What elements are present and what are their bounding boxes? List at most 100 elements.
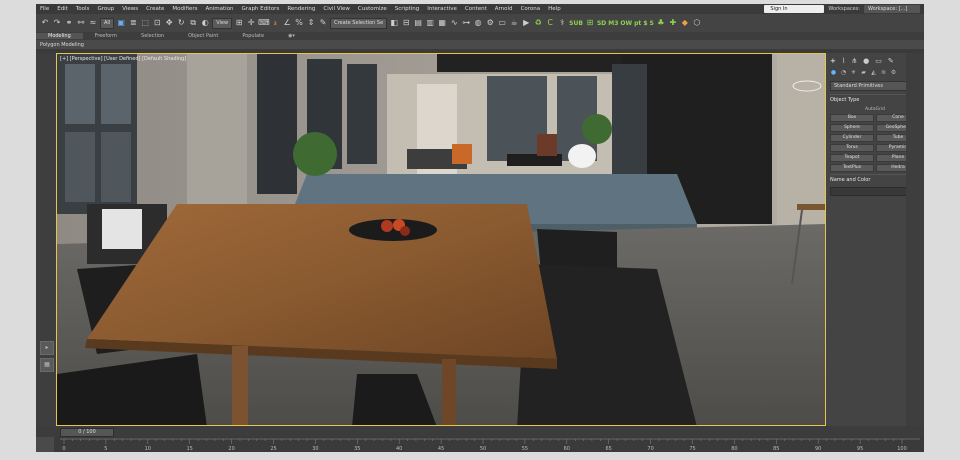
link-icon[interactable]: ⚭ [64,18,74,28]
helpers-icon[interactable]: ◭ [870,69,877,76]
plugin-label-dollar[interactable]: $ [643,20,647,27]
rotate-icon[interactable]: ↻ [176,18,186,28]
select-by-name-icon[interactable]: ≣ [128,18,138,28]
tab-populate[interactable]: Populate [230,33,276,39]
display-tab-icon[interactable]: ▭ [875,57,882,65]
frame-slider-thumb[interactable]: 0 / 100 [60,428,114,437]
box-button[interactable]: Box [830,114,874,122]
toggle-scene-explorer-icon[interactable]: ▤ [413,18,423,28]
percent-snap-icon[interactable]: % [294,18,304,28]
render-iterative-icon[interactable]: ▶ [521,18,531,28]
menu-edit[interactable]: Edit [53,6,72,12]
menu-corona[interactable]: Corona [517,6,545,12]
pivot-center-icon[interactable]: ⊞ [234,18,244,28]
select-manipulate-icon[interactable]: ✛ [246,18,256,28]
toggle-layer-explorer-icon[interactable]: ▥ [425,18,435,28]
placement-icon[interactable]: ◐ [200,18,210,28]
undo-icon[interactable]: ↶ [40,18,50,28]
menu-graph-editors[interactable]: Graph Editors [238,6,284,12]
material-editor-icon[interactable]: ◍ [473,18,483,28]
tab-object-paint[interactable]: Object Paint [176,33,230,39]
plugin-extra-icon[interactable]: ⬡ [692,18,702,28]
named-selection-sets-dropdown[interactable]: Create Selection Se [330,17,388,29]
plugin-label-sd[interactable]: SD [597,20,606,27]
selection-filter-dropdown[interactable]: All [100,17,115,29]
menu-customize[interactable]: Customize [354,6,391,12]
geometry-icon[interactable]: ● [830,69,837,76]
menu-scripting[interactable]: Scripting [391,6,423,12]
plugin-label-s[interactable]: S [650,20,654,27]
schematic-view-icon[interactable]: ⊶ [461,18,471,28]
cameras-icon[interactable]: ▰ [860,69,867,76]
curve-editor-icon[interactable]: ∿ [449,18,459,28]
keyboard-shortcut-icon[interactable]: ⌨ [258,18,270,28]
polygon-modeling-label[interactable]: Polygon Modeling [40,42,84,48]
mirror-icon[interactable]: ◧ [389,18,399,28]
hierarchy-tab-icon[interactable]: ⋔ [851,57,857,65]
viewport-layout-icon[interactable]: ▦ [40,358,54,372]
sphere-button[interactable]: Sphere [830,124,874,132]
menu-group[interactable]: Group [93,6,118,12]
plugin-label-pt[interactable]: pt [634,20,641,27]
plugin-grid-icon[interactable]: ⊞ [585,18,595,28]
menu-create[interactable]: Create [142,6,168,12]
render-production-icon[interactable]: ☕ [509,18,519,28]
toggle-ribbon-icon[interactable]: ▦ [437,18,447,28]
tab-modeling[interactable]: Modeling [36,33,83,39]
motion-tab-icon[interactable]: ● [863,57,869,65]
shapes-icon[interactable]: ◔ [840,69,847,76]
rect-selection-icon[interactable]: ⬚ [140,18,150,28]
menu-tools[interactable]: Tools [72,6,94,12]
tab-freeform[interactable]: Freeform [83,33,129,39]
menu-rendering[interactable]: Rendering [283,6,319,12]
plugin-label-m3[interactable]: M3 [608,20,618,27]
plugin-label-sub[interactable]: SUB [569,20,583,27]
plugin-green-icon[interactable]: ♻ [533,18,543,28]
object-name-field[interactable] [830,187,910,196]
menu-file[interactable]: File [36,6,53,12]
rendered-frame-window-icon[interactable]: ▭ [497,18,507,28]
textplus-button[interactable]: TextPlus [830,164,874,172]
spacewarps-icon[interactable]: ≋ [880,69,887,76]
track-bar[interactable]: 0 5 10 15 20 25 30 35 40 45 50 55 60 65 70 75 80 85 90 95 10… [36,437,924,452]
sign-in-button[interactable]: Sign In [764,5,825,13]
menu-arnold[interactable]: Arnold [491,6,517,12]
lights-icon[interactable]: ☀ [850,69,857,76]
menu-civil-view[interactable]: Civil View [319,6,353,12]
plugin-tree-icon[interactable]: ♣ [656,18,666,28]
modify-tab-icon[interactable]: ⌇ [842,57,845,65]
spinner-snap-icon[interactable]: ⇕ [306,18,316,28]
utilities-tab-icon[interactable]: ✎ [888,57,894,65]
plugin-wand-icon[interactable]: ⚕ [557,18,567,28]
angle-snap-icon[interactable]: ∠ [282,18,292,28]
reference-coord-dropdown[interactable]: View [212,17,233,29]
menu-help[interactable]: Help [544,6,565,12]
workspace-dropdown[interactable]: Workspace: [...] [864,5,920,13]
tab-selection[interactable]: Selection [129,33,176,39]
menu-modifiers[interactable]: Modifiers [168,6,201,12]
track-bar-toggle[interactable] [36,437,54,452]
systems-icon[interactable]: ⚙ [890,69,897,76]
menu-animation[interactable]: Animation [202,6,238,12]
scale-icon[interactable]: ⧉ [188,18,198,28]
perspective-viewport[interactable]: [+] [Perspective] [User Defined] [Defaul… [56,53,826,426]
bind-spacewarp-icon[interactable]: ≈ [88,18,98,28]
move-icon[interactable]: ✥ [164,18,174,28]
align-icon[interactable]: ⊟ [401,18,411,28]
redo-icon[interactable]: ↷ [52,18,62,28]
render-setup-icon[interactable]: ⚙ [485,18,495,28]
ribbon-options-icon[interactable]: ◉▾ [276,33,307,39]
torus-button[interactable]: Torus [830,144,874,152]
plugin-orange-icon[interactable]: ◆ [680,18,690,28]
menu-interactive[interactable]: Interactive [423,6,461,12]
edit-named-sets-icon[interactable]: ✎ [318,18,328,28]
cylinder-button[interactable]: Cylinder [830,134,874,142]
teapot-button[interactable]: Teapot [830,154,874,162]
viewport-label[interactable]: [+] [Perspective] [User Defined] [Defaul… [60,56,186,62]
plugin-c-icon[interactable]: C [545,18,555,28]
menu-content[interactable]: Content [461,6,491,12]
play-toggle-icon[interactable]: ▸ [40,341,54,355]
create-tab-icon[interactable]: + [830,57,836,65]
menu-views[interactable]: Views [118,6,142,12]
plugin-label-ow[interactable]: OW [620,20,632,27]
